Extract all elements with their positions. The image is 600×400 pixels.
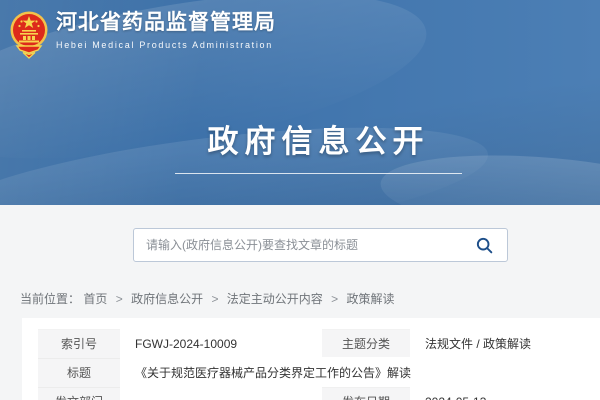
breadcrumb-gov-info[interactable]: 政府信息公开 — [131, 292, 203, 306]
banner: 河北省药品监督管理局 Hebei Medical Products Admini… — [0, 0, 600, 205]
table-row-index: 索引号 FGWJ-2024-10009 主题分类 法规文件 / 政策解读 — [37, 329, 600, 358]
field-label-topic-category: 主题分类 — [321, 329, 411, 358]
field-value-publish-date: 2024-05-13 — [411, 387, 600, 400]
search-icon — [475, 236, 494, 255]
field-value-index-no: FGWJ-2024-10009 — [121, 329, 321, 358]
banner-title: 政府信息公开 — [175, 116, 462, 161]
article-info-table: 索引号 FGWJ-2024-10009 主题分类 法规文件 / 政策解读 标题 … — [36, 328, 600, 400]
search-button[interactable] — [475, 236, 507, 255]
field-label-issuing-department: 发文部门 — [37, 387, 121, 400]
breadcrumb-policy-interpretation[interactable]: 政策解读 — [347, 292, 395, 306]
site-title: 河北省药品监督管理局 — [56, 9, 276, 37]
article-info-card: 索引号 FGWJ-2024-10009 主题分类 法规文件 / 政策解读 标题 … — [22, 318, 600, 400]
field-value-title: 《关于规范医疗器械产品分类界定工作的公告》解读 — [121, 358, 600, 387]
breadcrumb-statutory-disclosure[interactable]: 法定主动公开内容 — [227, 292, 323, 306]
site-logo-text: 河北省药品监督管理局 Hebei Medical Products Admini… — [56, 9, 276, 50]
site-subtitle: Hebei Medical Products Administration — [56, 40, 276, 50]
site-logo[interactable]: 河北省药品监督管理局 Hebei Medical Products Admini… — [10, 9, 276, 61]
banner-title-block: 政府信息公开 — [175, 116, 462, 174]
breadcrumb-separator: > — [211, 292, 218, 306]
field-value-issuing-department — [121, 387, 321, 400]
breadcrumb-separator: > — [116, 292, 123, 306]
breadcrumb-home[interactable]: 首页 — [83, 292, 107, 306]
field-label-index-no: 索引号 — [37, 329, 121, 358]
breadcrumb: 当前位置： 首页 > 政府信息公开 > 法定主动公开内容 > 政策解读 — [20, 290, 395, 307]
banner-underline — [175, 173, 462, 174]
breadcrumb-label: 当前位置： — [20, 292, 80, 306]
field-label-title: 标题 — [37, 358, 121, 387]
field-value-topic-category: 法规文件 / 政策解读 — [411, 329, 600, 358]
field-label-publish-date: 发布日期 — [321, 387, 411, 400]
breadcrumb-separator: > — [331, 292, 338, 306]
national-emblem-icon — [10, 9, 48, 61]
search-input[interactable] — [134, 229, 475, 261]
table-row-title: 标题 《关于规范医疗器械产品分类界定工作的公告》解读 — [37, 358, 600, 387]
search-box — [133, 228, 508, 262]
page: 河北省药品监督管理局 Hebei Medical Products Admini… — [0, 0, 600, 400]
table-row-department: 发文部门 发布日期 2024-05-13 — [37, 387, 600, 400]
